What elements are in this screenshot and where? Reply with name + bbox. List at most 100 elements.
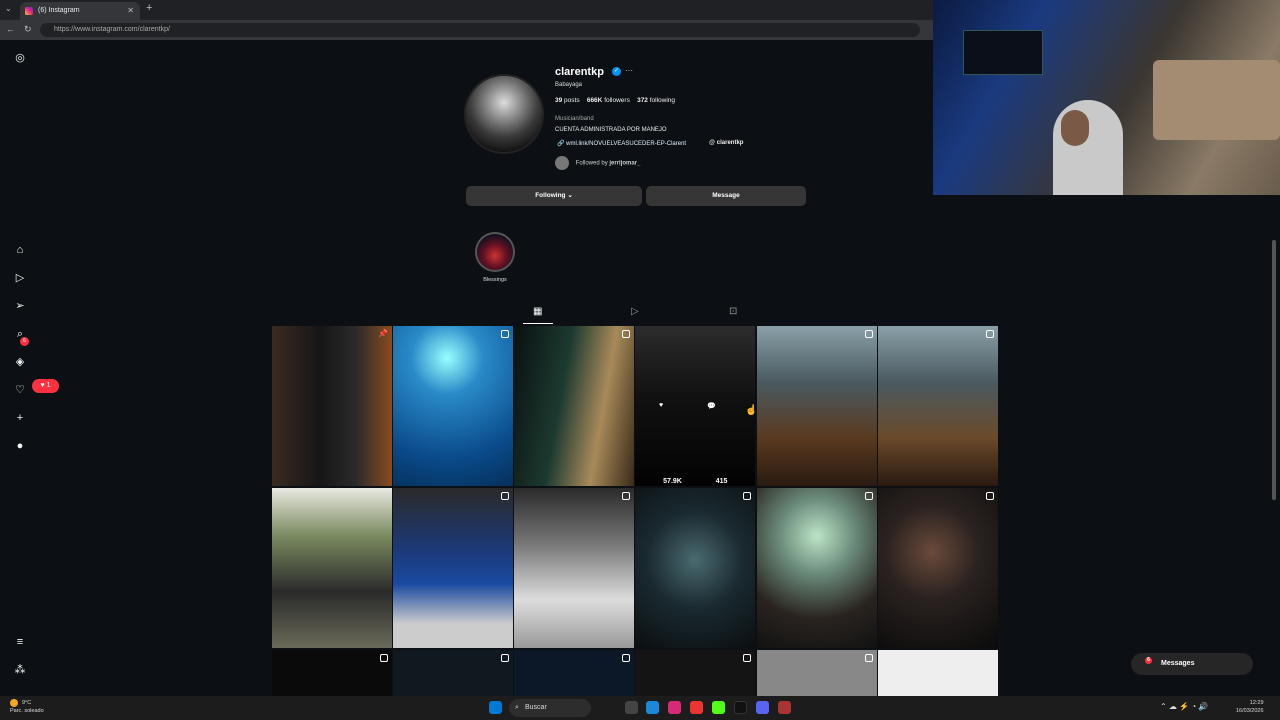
post-tile[interactable]	[757, 488, 877, 648]
followed-by[interactable]: Followed by jerrijomar_	[555, 156, 640, 170]
discord-icon[interactable]	[756, 701, 769, 714]
post-tile[interactable]	[878, 650, 998, 696]
menu-icon[interactable]: ≡	[13, 635, 27, 649]
start-icon[interactable]	[489, 701, 502, 714]
also-from-meta-icon[interactable]: ⁂	[13, 663, 27, 677]
webcam-head	[1061, 110, 1089, 146]
url-input[interactable]: https://www.instagram.com/clarentkp/	[40, 23, 920, 37]
webcam-overlay	[933, 0, 1280, 195]
tab-reels-icon[interactable]: ▷	[631, 306, 639, 317]
profile-category: Musician/band	[555, 116, 594, 122]
posts-count: 39	[555, 97, 563, 104]
reel-badge-icon	[865, 492, 873, 500]
webcam-monitor	[963, 30, 1043, 75]
task-view-icon[interactable]	[625, 701, 638, 714]
profile-external-link[interactable]: 🔗 wml.link/NOVUELVEASUCEDER-EP-Clarent	[557, 140, 686, 147]
following-link[interactable]: 372 following	[637, 97, 675, 104]
post-tile[interactable]	[272, 488, 392, 648]
post-tile[interactable]	[514, 488, 634, 648]
following-button[interactable]: Following ⌄	[466, 186, 642, 206]
reel-badge-icon	[743, 654, 751, 662]
clock-time: 12:29	[1249, 700, 1264, 706]
close-tab-icon[interactable]: ✕	[127, 6, 134, 15]
post-tile[interactable]	[757, 650, 877, 696]
followers-label: followers	[604, 97, 630, 104]
home-icon[interactable]: ⌂	[13, 243, 27, 257]
windows-taskbar: 9°C Parc. soleado ⌕ Buscar ⌃ ☁ ⚡ ◔ 🔊 12:…	[0, 696, 1280, 720]
post-tile[interactable]	[393, 488, 513, 648]
likes-notification-pill[interactable]: ♥ 1	[32, 379, 59, 393]
chevron-down-icon: ⌄	[567, 192, 573, 199]
post-tile[interactable]	[878, 488, 998, 648]
explore-icon[interactable]: ◈	[13, 355, 27, 369]
followers-count: 666K	[586, 97, 603, 104]
pinned-icon: 📌	[378, 329, 388, 338]
reel-badge-icon	[865, 330, 873, 338]
profile-avatar-icon[interactable]: ●	[13, 439, 27, 453]
following-label: following	[649, 97, 676, 104]
post-comments: 💬 415	[707, 403, 728, 485]
post-tile[interactable]	[878, 326, 998, 486]
weather-condition: Parc. soleado	[10, 708, 44, 714]
reel-badge-icon	[622, 654, 630, 662]
profile-avatar[interactable]	[464, 74, 544, 154]
reels-icon[interactable]: ▷	[13, 271, 27, 285]
heart-icon[interactable]: ♡	[13, 383, 27, 397]
link-icon: 🔗	[557, 141, 565, 147]
post-tile[interactable]	[514, 326, 634, 486]
post-tile[interactable]	[393, 326, 513, 486]
direct-messages-icon[interactable]: ➢	[13, 299, 27, 313]
browser-tab-instagram[interactable]: (6) Instagram ✕	[20, 2, 140, 20]
comments-value: 415	[715, 478, 728, 485]
post-tile[interactable]: 📌	[272, 326, 392, 486]
messages-drawer-button[interactable]: 6 Messages	[1131, 653, 1253, 675]
taskbar-search[interactable]: ⌕ Buscar	[509, 699, 591, 717]
post-tile[interactable]	[635, 650, 755, 696]
following-count: 372	[637, 97, 648, 104]
instagram-favicon-icon	[25, 7, 33, 15]
following-button-label: Following	[535, 192, 566, 199]
youtube-icon[interactable]	[690, 701, 703, 714]
likes-value: 57.9K	[663, 478, 682, 485]
recording-app-icon[interactable]	[778, 701, 791, 714]
active-tab-indicator	[523, 323, 553, 324]
post-tile[interactable]	[635, 488, 755, 648]
tab-list-chevron-icon[interactable]: ⌄	[5, 4, 12, 13]
posts-label: posts	[564, 97, 580, 104]
followers-link[interactable]: 666K followers	[587, 97, 630, 104]
new-tab-button[interactable]: +	[146, 2, 152, 14]
post-tile[interactable]	[757, 326, 877, 486]
message-button[interactable]: Message	[646, 186, 806, 206]
system-tray[interactable]: ⌃ ☁ ⚡ ◔ 🔊	[1160, 702, 1208, 711]
weather-widget[interactable]: 9°C Parc. soleado	[10, 699, 44, 715]
back-icon[interactable]: ←	[6, 24, 15, 34]
more-options-icon[interactable]: ···	[625, 66, 633, 75]
story-highlight-blessings[interactable]	[475, 232, 515, 272]
reel-badge-icon	[622, 492, 630, 500]
tiktok-icon[interactable]	[734, 701, 747, 714]
page-scrollbar[interactable]	[1272, 240, 1276, 500]
verified-badge-icon: ✓	[612, 67, 621, 76]
instagram-logo-icon[interactable]: ◎	[13, 51, 27, 65]
tab-tagged-icon[interactable]: ⊡	[729, 306, 737, 317]
edge-icon[interactable]	[646, 701, 659, 714]
instagram-app-icon[interactable]	[668, 701, 681, 714]
create-icon[interactable]: +	[13, 411, 27, 425]
threads-handle: clarentkp	[716, 140, 744, 146]
clock-date: 16/03/2026	[1236, 708, 1264, 714]
threads-icon: @	[709, 140, 716, 146]
post-tile[interactable]	[514, 650, 634, 696]
post-tile[interactable]	[272, 650, 392, 696]
post-tile[interactable]	[393, 650, 513, 696]
search-placeholder: Buscar	[525, 704, 547, 711]
reel-badge-icon	[501, 492, 509, 500]
reel-badge-icon	[743, 492, 751, 500]
post-hover-overlay: ♥ 57.9K 💬 415	[635, 326, 755, 486]
taskbar-clock[interactable]: 12:29 16/03/2026	[1236, 699, 1264, 715]
post-tile-hovered[interactable]: ♥ 57.9K 💬 415	[635, 326, 755, 486]
threads-link[interactable]: @ clarentkp	[709, 140, 743, 146]
kick-icon[interactable]	[712, 701, 725, 714]
reload-icon[interactable]: ↻	[24, 24, 32, 35]
tab-posts-grid-icon[interactable]: ▦	[533, 306, 542, 317]
search-icon[interactable]: ⌕	[13, 327, 27, 341]
